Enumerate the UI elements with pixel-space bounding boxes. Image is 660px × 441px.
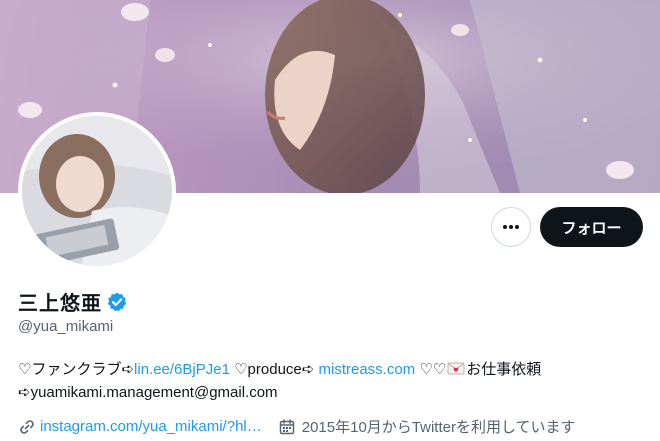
more-options-button[interactable] <box>491 207 531 247</box>
website-link[interactable]: instagram.com/yua_mikami/?hl… <box>40 418 262 435</box>
display-name: 三上悠亜 <box>18 293 102 315</box>
profile-bio: ♡ファンクラブ➪lin.ee/6BjPJe1 ♡produce➪ mistrea… <box>18 358 648 404</box>
bio-text-produce: ♡produce➪ <box>229 361 319 378</box>
bio-text-work: お仕事依頼 <box>466 361 542 378</box>
profile-meta: instagram.com/yua_mikami/?hl… 2015年10月から… <box>18 416 576 437</box>
follow-button[interactable]: フォロー <box>540 207 643 247</box>
bio-text-email: ➪yuamikami.management@gmail.com <box>18 384 278 401</box>
profile-name-row: 三上悠亜 <box>18 287 128 316</box>
love-letter-icon <box>447 362 465 375</box>
calendar-icon <box>279 418 294 434</box>
produce-link[interactable]: mistreass.com <box>319 361 416 378</box>
avatar-image <box>22 116 172 266</box>
link-icon <box>20 419 34 434</box>
bio-text-hearts: ♡♡ <box>415 361 447 378</box>
profile-avatar[interactable] <box>18 112 176 270</box>
fanclub-link[interactable]: lin.ee/6BjPJe1 <box>134 361 230 378</box>
joined-date: 2015年10月からTwitterを利用しています <box>301 419 576 436</box>
more-icon <box>503 225 519 229</box>
bio-text-fanclub: ♡ファンクラブ➪ <box>18 361 135 378</box>
profile-handle: @yua_mikami <box>18 318 114 335</box>
verified-badge-icon[interactable] <box>106 291 128 313</box>
